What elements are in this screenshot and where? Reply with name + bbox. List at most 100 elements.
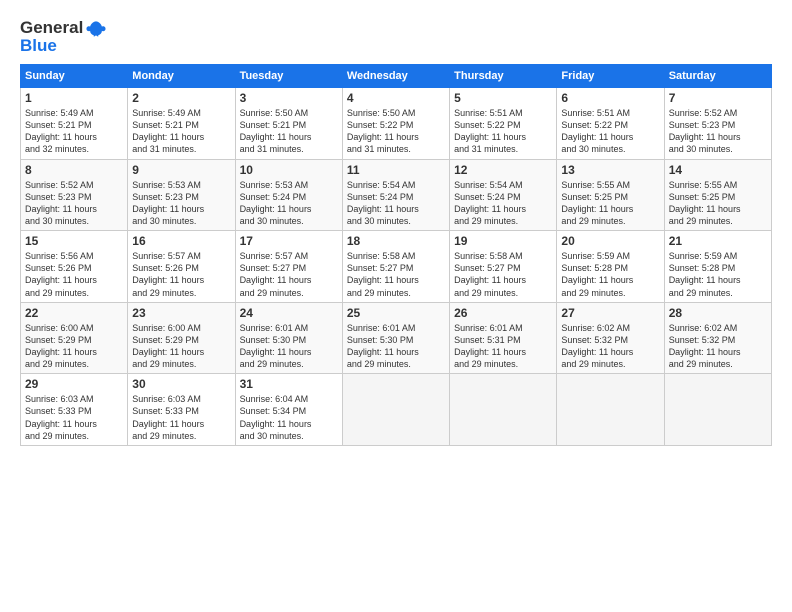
day-info: Sunrise: 5:50 AM Sunset: 5:22 PM Dayligh… xyxy=(347,107,445,156)
day-header: Sunday xyxy=(21,65,128,88)
day-info: Sunrise: 6:01 AM Sunset: 5:31 PM Dayligh… xyxy=(454,322,552,371)
day-number: 10 xyxy=(240,163,338,177)
day-info: Sunrise: 5:57 AM Sunset: 5:27 PM Dayligh… xyxy=(240,250,338,299)
day-info: Sunrise: 5:51 AM Sunset: 5:22 PM Dayligh… xyxy=(454,107,552,156)
calendar-cell xyxy=(450,374,557,446)
day-number: 30 xyxy=(132,377,230,391)
day-info: Sunrise: 5:55 AM Sunset: 5:25 PM Dayligh… xyxy=(561,179,659,228)
day-info: Sunrise: 5:54 AM Sunset: 5:24 PM Dayligh… xyxy=(347,179,445,228)
day-number: 4 xyxy=(347,91,445,105)
calendar-cell: 17 Sunrise: 5:57 AM Sunset: 5:27 PM Dayli… xyxy=(235,231,342,303)
calendar-cell xyxy=(557,374,664,446)
calendar-cell: 12Sunrise: 5:54 AM Sunset: 5:24 PM Dayli… xyxy=(450,159,557,231)
day-info: Sunrise: 5:52 AM Sunset: 5:23 PM Dayligh… xyxy=(669,107,767,156)
day-number: 13 xyxy=(561,163,659,177)
calendar-cell: 21 Sunrise: 5:59 AM Sunset: 5:28 PM Dayli… xyxy=(664,231,771,303)
calendar-cell: 4 Sunrise: 5:50 AM Sunset: 5:22 PM Daylig… xyxy=(342,88,449,160)
day-header: Friday xyxy=(557,65,664,88)
calendar-cell: 1 Sunrise: 5:49 AM Sunset: 5:21 PM Daylig… xyxy=(21,88,128,160)
day-number: 7 xyxy=(669,91,767,105)
day-info: Sunrise: 5:59 AM Sunset: 5:28 PM Dayligh… xyxy=(669,250,767,299)
calendar-cell: 23 Sunrise: 6:00 AM Sunset: 5:29 PM Dayli… xyxy=(128,302,235,374)
day-info: Sunrise: 5:51 AM Sunset: 5:22 PM Dayligh… xyxy=(561,107,659,156)
day-number: 5 xyxy=(454,91,552,105)
day-info: Sunrise: 5:53 AM Sunset: 5:23 PM Dayligh… xyxy=(132,179,230,228)
day-number: 20 xyxy=(561,234,659,248)
day-info: Sunrise: 5:49 AM Sunset: 5:21 PM Dayligh… xyxy=(25,107,123,156)
day-info: Sunrise: 5:58 AM Sunset: 5:27 PM Dayligh… xyxy=(454,250,552,299)
calendar-cell: 10Sunrise: 5:53 AM Sunset: 5:24 PM Dayli… xyxy=(235,159,342,231)
day-number: 27 xyxy=(561,306,659,320)
calendar-cell: 3 Sunrise: 5:50 AM Sunset: 5:21 PM Daylig… xyxy=(235,88,342,160)
logo-general-label: General xyxy=(20,18,83,38)
day-info: Sunrise: 5:50 AM Sunset: 5:21 PM Dayligh… xyxy=(240,107,338,156)
calendar-cell: 24 Sunrise: 6:01 AM Sunset: 5:30 PM Dayli… xyxy=(235,302,342,374)
day-number: 16 xyxy=(132,234,230,248)
calendar-cell: 22 Sunrise: 6:00 AM Sunset: 5:29 PM Dayli… xyxy=(21,302,128,374)
calendar-cell: 31 Sunrise: 6:04 AM Sunset: 5:34 PM Dayli… xyxy=(235,374,342,446)
calendar-table: SundayMondayTuesdayWednesdayThursdayFrid… xyxy=(20,64,772,446)
day-number: 28 xyxy=(669,306,767,320)
day-number: 6 xyxy=(561,91,659,105)
day-number: 3 xyxy=(240,91,338,105)
calendar-cell: 30 Sunrise: 6:03 AM Sunset: 5:33 PM Dayli… xyxy=(128,374,235,446)
logo-bird-icon xyxy=(85,19,107,37)
calendar-cell: 9 Sunrise: 5:53 AM Sunset: 5:23 PM Daylig… xyxy=(128,159,235,231)
day-number: 11 xyxy=(347,163,445,177)
day-info: Sunrise: 6:00 AM Sunset: 5:29 PM Dayligh… xyxy=(132,322,230,371)
day-info: Sunrise: 5:59 AM Sunset: 5:28 PM Dayligh… xyxy=(561,250,659,299)
calendar-cell: 20 Sunrise: 5:59 AM Sunset: 5:28 PM Dayli… xyxy=(557,231,664,303)
calendar-week-row: 8 Sunrise: 5:52 AM Sunset: 5:23 PM Daylig… xyxy=(21,159,772,231)
day-info: Sunrise: 5:54 AM Sunset: 5:24 PM Dayligh… xyxy=(454,179,552,228)
day-number: 17 xyxy=(240,234,338,248)
day-number: 29 xyxy=(25,377,123,391)
day-info: Sunrise: 6:03 AM Sunset: 5:33 PM Dayligh… xyxy=(25,393,123,442)
day-number: 24 xyxy=(240,306,338,320)
day-info: Sunrise: 6:00 AM Sunset: 5:29 PM Dayligh… xyxy=(25,322,123,371)
day-info: Sunrise: 5:49 AM Sunset: 5:21 PM Dayligh… xyxy=(132,107,230,156)
day-info: Sunrise: 6:02 AM Sunset: 5:32 PM Dayligh… xyxy=(669,322,767,371)
day-number: 23 xyxy=(132,306,230,320)
day-number: 26 xyxy=(454,306,552,320)
calendar-cell: 15 Sunrise: 5:56 AM Sunset: 5:26 PM Dayli… xyxy=(21,231,128,303)
day-info: Sunrise: 6:03 AM Sunset: 5:33 PM Dayligh… xyxy=(132,393,230,442)
calendar-cell: 16 Sunrise: 5:57 AM Sunset: 5:26 PM Dayli… xyxy=(128,231,235,303)
day-header: Tuesday xyxy=(235,65,342,88)
calendar-week-row: 22 Sunrise: 6:00 AM Sunset: 5:29 PM Dayli… xyxy=(21,302,772,374)
day-header: Saturday xyxy=(664,65,771,88)
calendar-cell: 28 Sunrise: 6:02 AM Sunset: 5:32 PM Dayli… xyxy=(664,302,771,374)
calendar-cell: 8 Sunrise: 5:52 AM Sunset: 5:23 PM Daylig… xyxy=(21,159,128,231)
day-number: 1 xyxy=(25,91,123,105)
day-info: Sunrise: 5:57 AM Sunset: 5:26 PM Dayligh… xyxy=(132,250,230,299)
day-info: Sunrise: 6:01 AM Sunset: 5:30 PM Dayligh… xyxy=(240,322,338,371)
day-number: 2 xyxy=(132,91,230,105)
calendar-cell: 19Sunrise: 5:58 AM Sunset: 5:27 PM Dayli… xyxy=(450,231,557,303)
day-info: Sunrise: 6:02 AM Sunset: 5:32 PM Dayligh… xyxy=(561,322,659,371)
calendar-cell: 29 Sunrise: 6:03 AM Sunset: 5:33 PM Dayli… xyxy=(21,374,128,446)
day-number: 8 xyxy=(25,163,123,177)
day-info: Sunrise: 5:55 AM Sunset: 5:25 PM Dayligh… xyxy=(669,179,767,228)
day-header: Wednesday xyxy=(342,65,449,88)
day-number: 9 xyxy=(132,163,230,177)
calendar-cell: 26 Sunrise: 6:01 AM Sunset: 5:31 PM Dayli… xyxy=(450,302,557,374)
logo-blue-label: Blue xyxy=(20,36,57,56)
day-number: 15 xyxy=(25,234,123,248)
day-number: 22 xyxy=(25,306,123,320)
day-number: 14 xyxy=(669,163,767,177)
calendar-cell: 25Sunrise: 6:01 AM Sunset: 5:30 PM Dayli… xyxy=(342,302,449,374)
day-number: 21 xyxy=(669,234,767,248)
day-header: Thursday xyxy=(450,65,557,88)
calendar-cell xyxy=(342,374,449,446)
day-info: Sunrise: 5:52 AM Sunset: 5:23 PM Dayligh… xyxy=(25,179,123,228)
day-info: Sunrise: 6:04 AM Sunset: 5:34 PM Dayligh… xyxy=(240,393,338,442)
calendar-header-row: SundayMondayTuesdayWednesdayThursdayFrid… xyxy=(21,65,772,88)
logo: General Blue xyxy=(20,18,107,56)
day-header: Monday xyxy=(128,65,235,88)
day-info: Sunrise: 5:56 AM Sunset: 5:26 PM Dayligh… xyxy=(25,250,123,299)
calendar-week-row: 1 Sunrise: 5:49 AM Sunset: 5:21 PM Daylig… xyxy=(21,88,772,160)
calendar-cell: 14 Sunrise: 5:55 AM Sunset: 5:25 PM Dayli… xyxy=(664,159,771,231)
calendar-cell: 6 Sunrise: 5:51 AM Sunset: 5:22 PM Daylig… xyxy=(557,88,664,160)
day-info: Sunrise: 6:01 AM Sunset: 5:30 PM Dayligh… xyxy=(347,322,445,371)
day-number: 18 xyxy=(347,234,445,248)
day-number: 31 xyxy=(240,377,338,391)
